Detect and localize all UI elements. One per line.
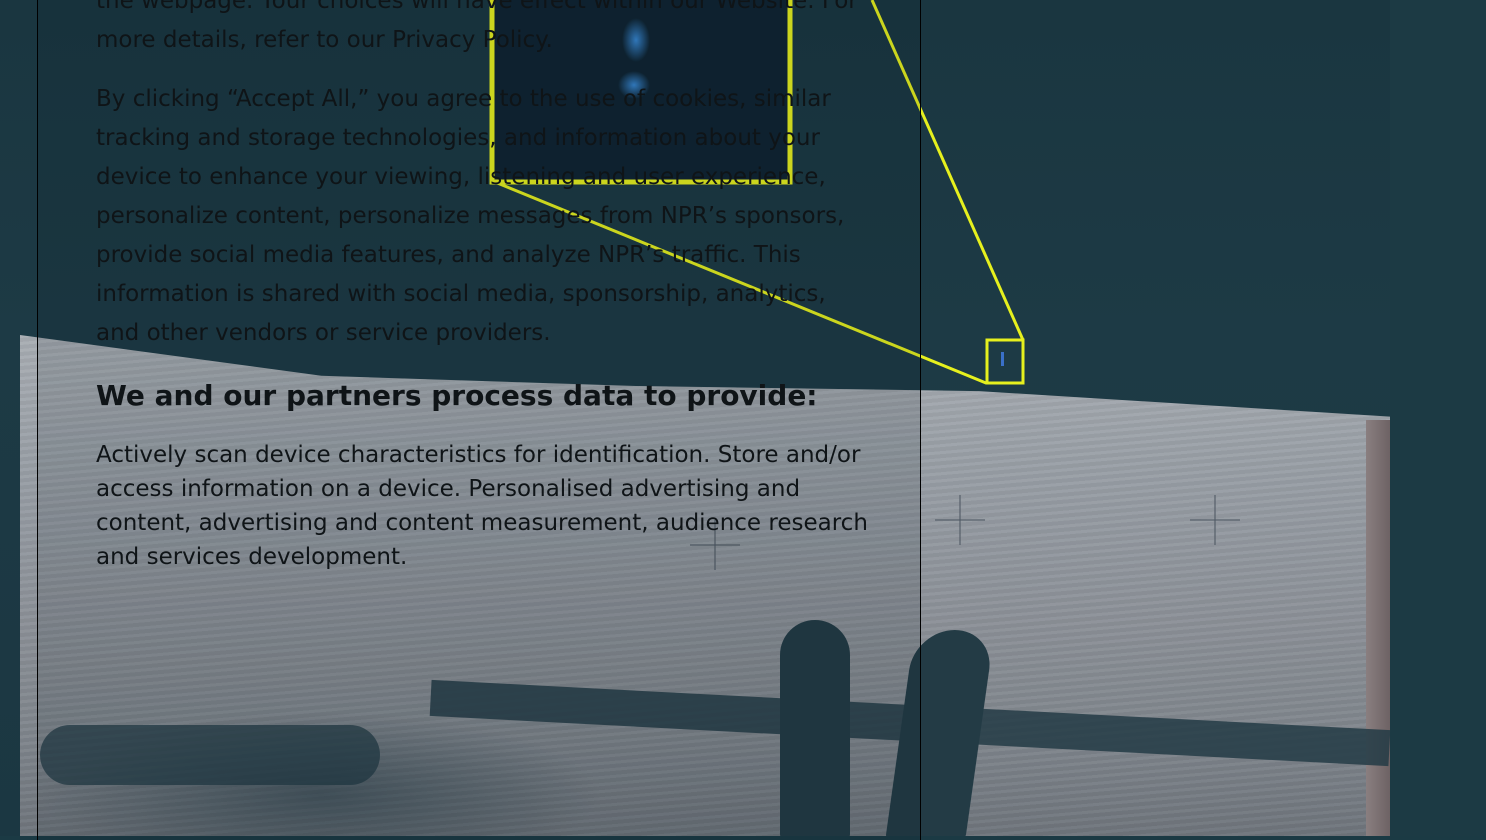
zoom-target-object (1001, 352, 1004, 366)
purposes-text: Actively scan device characteristics for… (96, 442, 868, 570)
zoom-target-box (985, 338, 1025, 385)
consent-paragraph-choices: the webpage. Your choices will have effe… (96, 0, 858, 53)
partners-heading: We and our partners process data to prov… (96, 379, 818, 412)
consent-paragraph-accept-all: By clicking “Accept All,” you agree to t… (96, 86, 845, 346)
cookie-consent-panel: the webpage. Your choices will have effe… (37, 0, 921, 840)
